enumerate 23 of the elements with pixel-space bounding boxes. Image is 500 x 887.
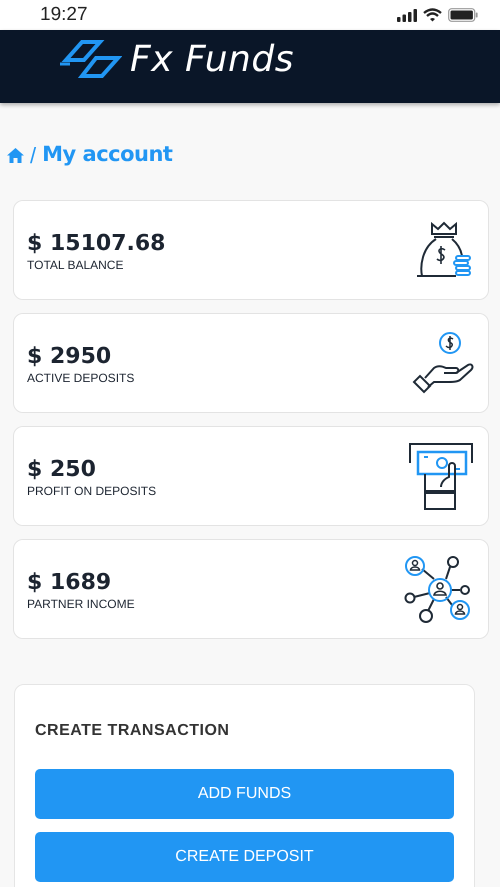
amount-label: ACTIVE DEPOSITS (27, 371, 134, 385)
logo-icon (60, 40, 122, 78)
breadcrumb-current: My account (42, 141, 172, 168)
cash-slot-icon (408, 441, 474, 511)
signal-icon (397, 8, 417, 22)
hand-coin-icon (412, 332, 474, 394)
amount: $ 250 (27, 456, 97, 484)
brand-name: Fx Funds (130, 40, 294, 80)
section-title: CREATE TRANSACTION (35, 721, 230, 741)
action-button[interactable]: CREATE DEPOSIT (35, 832, 454, 882)
amount: $ 1689 (27, 569, 112, 597)
amount-label: TOTAL BALANCE (27, 258, 124, 272)
battery-icon (448, 8, 478, 22)
home-icon[interactable] (7, 148, 24, 162)
amount-label: PARTNER INCOME (27, 597, 135, 611)
money-bag-icon (414, 220, 474, 280)
wifi-icon (423, 8, 442, 22)
breadcrumb-separator: / (30, 142, 36, 170)
amount: $ 2950 (27, 343, 112, 371)
amount-label: PROFIT ON DEPOSITS (27, 484, 156, 498)
action-button[interactable]: ADD FUNDS (35, 769, 454, 819)
status-time: 19:27 (40, 2, 88, 27)
amount: $ 15107.68 (27, 230, 166, 258)
